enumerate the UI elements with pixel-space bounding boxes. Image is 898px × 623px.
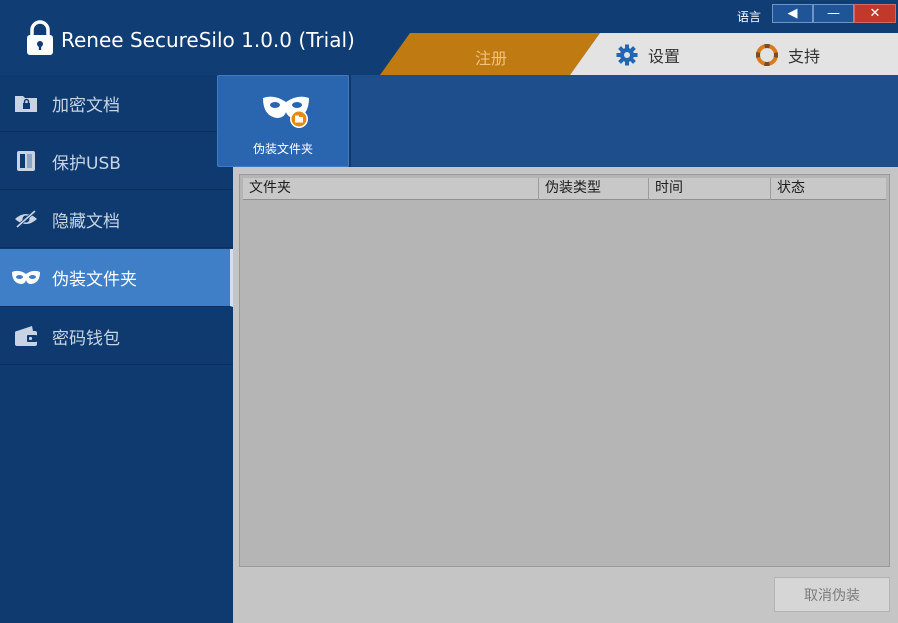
triangle-left-icon: ◀ bbox=[787, 6, 798, 21]
column-header-disguise-type[interactable]: 伪装类型 bbox=[539, 178, 649, 200]
tab-register-label: 注册 bbox=[475, 49, 508, 68]
sidebar: 加密文档 保护USB 隐藏文档 伪装文件夹 密码钱包 bbox=[0, 75, 233, 623]
tab-support[interactable]: 支持 bbox=[756, 43, 820, 67]
tab-register[interactable]: 注册 bbox=[380, 33, 600, 75]
close-icon: ✕ bbox=[869, 6, 881, 21]
sidebar-item-label: 加密文档 bbox=[52, 95, 120, 116]
sidebar-item-label: 密码钱包 bbox=[52, 328, 120, 349]
column-header-status[interactable]: 状态 bbox=[771, 178, 886, 200]
toolbar: 伪装文件夹 bbox=[217, 75, 898, 167]
language-label: 语言 bbox=[737, 10, 762, 24]
title-bar: Renee SecureSilo 1.0.0 (Trial) 语言 ◀ — ✕ … bbox=[0, 0, 898, 75]
sidebar-item-label: 伪装文件夹 bbox=[52, 270, 137, 290]
toolbar-divider bbox=[349, 75, 351, 167]
disguise-folder-label: 伪装文件夹 bbox=[252, 142, 313, 156]
sidebar-item-encrypt-documents[interactable]: 加密文档 bbox=[0, 75, 233, 132]
app-title: Renee SecureSilo 1.0.0 (Trial) bbox=[61, 28, 355, 52]
main-content: 文件夹 伪装类型 时间 状态 取消伪装 bbox=[233, 167, 898, 623]
folder-table[interactable]: 文件夹 伪装类型 时间 状态 bbox=[239, 174, 890, 567]
wallet-icon bbox=[15, 326, 37, 346]
minimize-icon: — bbox=[827, 6, 840, 21]
sidebar-item-password-wallet[interactable]: 密码钱包 bbox=[0, 308, 233, 365]
tab-strip: 设置 支持 bbox=[570, 33, 898, 75]
column-header-time[interactable]: 时间 bbox=[649, 178, 771, 200]
usb-drive-icon bbox=[17, 151, 35, 171]
sidebar-item-protect-usb[interactable]: 保护USB bbox=[0, 133, 233, 190]
sidebar-item-hide-documents[interactable]: 隐藏文档 bbox=[0, 191, 233, 248]
lock-icon bbox=[27, 20, 53, 55]
top-tab-bar: 注册 设置 支持 bbox=[380, 33, 898, 75]
gear-icon bbox=[616, 44, 638, 66]
mask-folder-icon bbox=[263, 96, 309, 128]
table-header: 文件夹 伪装类型 时间 状态 bbox=[243, 178, 886, 200]
cancel-disguise-button[interactable]: 取消伪装 bbox=[774, 577, 890, 612]
lifebuoy-icon bbox=[756, 44, 778, 66]
close-button[interactable]: ✕ bbox=[854, 4, 896, 23]
disguise-folder-button[interactable]: 伪装文件夹 bbox=[217, 75, 349, 167]
language-button[interactable]: ◀ bbox=[772, 4, 813, 23]
mask-icon bbox=[12, 270, 40, 284]
minimize-button[interactable]: — bbox=[813, 4, 854, 23]
tab-support-label: 支持 bbox=[788, 47, 821, 66]
sidebar-item-label: 隐藏文档 bbox=[52, 211, 120, 232]
tab-settings[interactable]: 设置 bbox=[616, 43, 680, 67]
tab-settings-label: 设置 bbox=[648, 47, 681, 66]
column-header-folder[interactable]: 文件夹 bbox=[243, 178, 539, 200]
encrypted-folder-icon bbox=[15, 96, 37, 112]
sidebar-item-label: 保护USB bbox=[52, 153, 121, 174]
eye-slash-icon bbox=[15, 209, 37, 229]
sidebar-item-disguise-folder[interactable]: 伪装文件夹 bbox=[0, 249, 233, 307]
